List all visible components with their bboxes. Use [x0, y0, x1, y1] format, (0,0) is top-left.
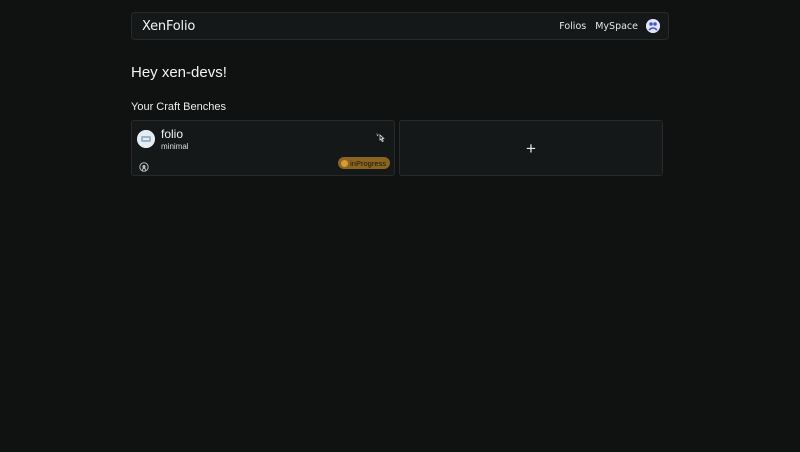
github-icon[interactable]: [139, 159, 149, 172]
status-badge: inProgress: [338, 157, 390, 169]
nav-link-myspace[interactable]: MySpace: [595, 21, 638, 32]
greeting-heading: Hey xen-devs!: [131, 64, 227, 81]
bench-theme: minimal: [161, 142, 189, 151]
top-navbar: XenFolio Folios MySpace: [131, 12, 669, 40]
plus-icon: +: [526, 138, 536, 158]
nav-links: Folios MySpace: [550, 19, 660, 33]
craft-benches-title: Your Craft Benches: [131, 101, 226, 113]
bench-card-folio[interactable]: folio minimal inProgress: [131, 120, 395, 176]
status-label: inProgress: [350, 158, 386, 168]
user-avatar-icon[interactable]: [646, 19, 660, 33]
nav-link-folios[interactable]: Folios: [559, 21, 586, 32]
edit-icon[interactable]: [376, 130, 386, 143]
status-indicator-icon: [341, 159, 349, 167]
project-logo-icon: [137, 130, 155, 148]
bench-name: folio: [161, 127, 184, 141]
brand-logo[interactable]: XenFolio: [142, 19, 195, 34]
add-bench-button[interactable]: +: [399, 120, 663, 176]
